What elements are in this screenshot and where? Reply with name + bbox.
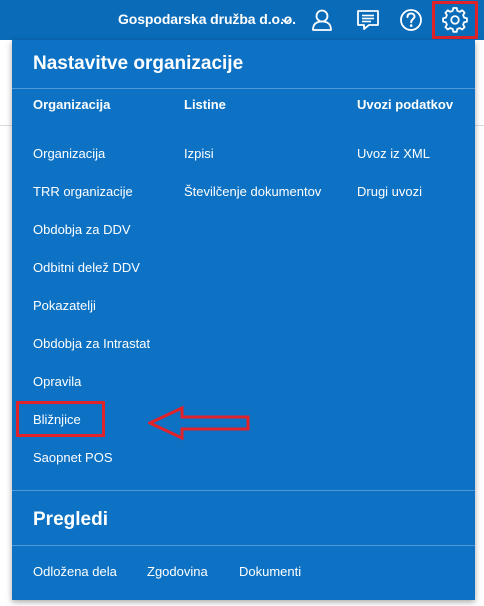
column-heading-uvozi: Uvozi podatkov — [357, 97, 454, 112]
settings-dropdown-panel: Nastavitve organizacije Organizacija Lis… — [12, 40, 475, 600]
divider — [12, 490, 475, 491]
menu-link-obdobja-intrastat[interactable]: Obdobja za Intrastat — [33, 336, 150, 351]
bliznjice-highlight-box — [16, 401, 105, 437]
menu-link-zgodovina[interactable]: Zgodovina — [147, 564, 208, 579]
user-icon[interactable] — [308, 6, 336, 34]
menu-link-odbitni-delez[interactable]: Odbitni delež DDV — [33, 260, 140, 275]
chevron-down-icon[interactable] — [280, 14, 292, 26]
divider — [12, 545, 475, 546]
menu-link-trr-organizacije[interactable]: TRR organizacije — [33, 184, 133, 199]
company-name[interactable]: Gospodarska družba d.o.o. — [118, 11, 296, 27]
top-bar: Gospodarska družba d.o.o. — [0, 0, 484, 40]
menu-link-odlozena-dela[interactable]: Odložena dela — [33, 564, 117, 579]
divider — [12, 88, 475, 89]
column-heading-listine: Listine — [184, 97, 226, 112]
menu-link-opravila[interactable]: Opravila — [33, 374, 81, 389]
messages-icon[interactable] — [354, 6, 382, 34]
menu-link-pokazatelji[interactable]: Pokazatelji — [33, 298, 96, 313]
menu-link-saopnet-pos[interactable]: Saopnet POS — [33, 450, 113, 465]
column-heading-organizacija: Organizacija — [33, 97, 111, 112]
help-icon[interactable] — [397, 6, 425, 34]
panel-title: Nastavitve organizacije — [33, 53, 244, 74]
menu-link-organizacija[interactable]: Organizacija — [33, 146, 105, 161]
pregledi-title: Pregledi — [33, 509, 108, 530]
menu-link-uvoz-xml[interactable]: Uvoz iz XML — [357, 146, 430, 161]
menu-link-drugi-uvozi[interactable]: Drugi uvozi — [357, 184, 422, 199]
menu-link-izpisi[interactable]: Izpisi — [184, 146, 214, 161]
pointer-arrow-icon — [148, 405, 250, 441]
gear-highlight-box — [432, 1, 478, 39]
menu-link-obdobja-ddv[interactable]: Obdobja za DDV — [33, 222, 131, 237]
menu-link-dokumenti[interactable]: Dokumenti — [239, 564, 301, 579]
menu-link-stevilcenje-dokumentov[interactable]: Številčenje dokumentov — [184, 184, 321, 199]
